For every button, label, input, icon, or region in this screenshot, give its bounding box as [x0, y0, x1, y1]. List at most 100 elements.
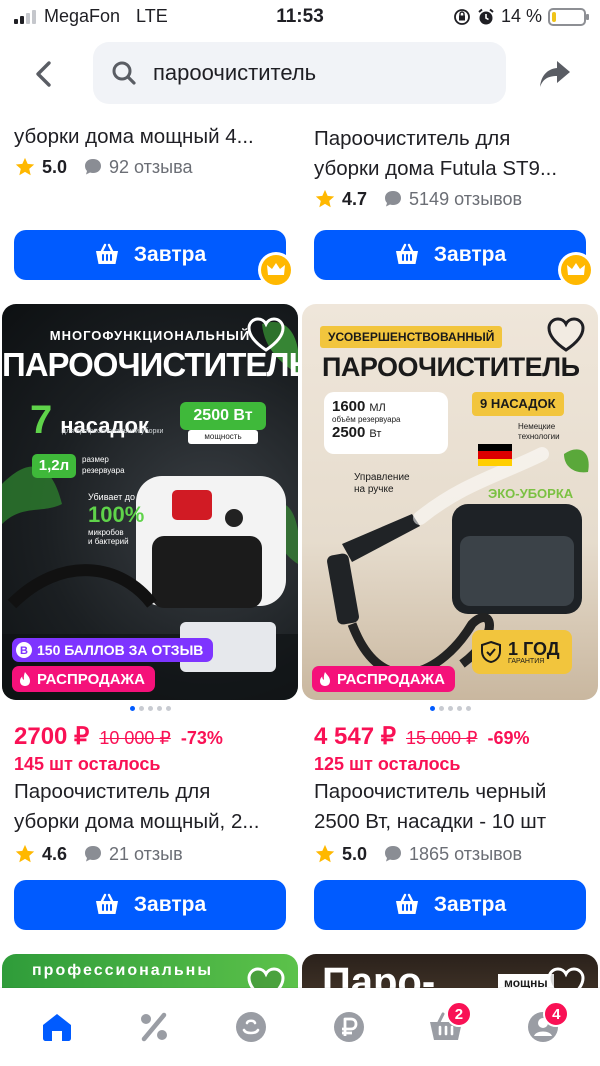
battery-icon [548, 7, 589, 26]
image-power-sub: мощность [188, 430, 258, 444]
fire-icon [320, 672, 330, 686]
product-card[interactable]: МНОГОФУНКЦИОНАЛЬНЫЙ ПАРООЧИСТИТЕЛЬ 7 нас… [2, 304, 298, 940]
search-header: пароочиститель [0, 40, 600, 108]
image-power: 2500 Вт [180, 402, 266, 430]
nav-fresh[interactable] [225, 1001, 277, 1053]
image-carousel-dots [2, 706, 298, 711]
product-image[interactable]: МНОГОФУНКЦИОНАЛЬНЫЙ ПАРООЧИСТИТЕЛЬ 7 нас… [2, 304, 298, 700]
image-handle-control: Управление на ручке [354, 472, 410, 495]
chevron-left-icon [36, 61, 51, 87]
image-caption-headline: ПАРООЧИСТИТЕЛЬ [322, 352, 580, 382]
heart-icon [547, 317, 585, 352]
favorite-button[interactable] [546, 316, 586, 354]
image-attachments-sub: для профессиональной уборки [62, 428, 164, 435]
alarm-icon [478, 8, 494, 24]
image-caption: профессиональны [32, 962, 213, 979]
price-current: 2700 ₽ [14, 723, 90, 750]
favorite-button[interactable] [546, 966, 586, 988]
product-card[interactable]: Паро- мощны [302, 954, 598, 988]
home-icon [42, 1014, 71, 1041]
nav-home[interactable] [31, 1001, 83, 1053]
battery-percent: 14 % [500, 6, 542, 26]
reviews-count: 92 отзыва [109, 156, 193, 177]
image-attachments: 7 насадок [30, 398, 149, 442]
comment-icon [385, 191, 402, 207]
shield-check-icon [481, 640, 501, 664]
rating-row: 4.6 21 отзыв [14, 841, 298, 867]
button-label: Завтра [133, 893, 207, 916]
cart-icon [95, 893, 118, 914]
rating-value: 5.0 [342, 843, 368, 864]
product-card[interactable]: профессиональны [2, 954, 298, 988]
cart-icon [95, 243, 118, 264]
product-image[interactable]: профессиональны [2, 954, 298, 988]
star-icon [315, 189, 335, 208]
status-bar: MegaFon LTE 11:53 14 % [0, 0, 600, 36]
search-input[interactable]: пароочиститель [93, 42, 506, 104]
cart-icon [395, 243, 418, 264]
cart-count-badge: 2 [445, 1001, 472, 1027]
comment-icon [85, 846, 102, 862]
reviews-count: 5149 отзывов [409, 188, 523, 209]
rating-value: 4.7 [342, 188, 368, 209]
delivery-tomorrow-button[interactable]: Завтра [314, 230, 586, 280]
nav-profile[interactable]: 4 [517, 1001, 570, 1053]
nav-discounts[interactable] [128, 1001, 180, 1053]
crown-icon [567, 263, 585, 275]
star-icon [315, 844, 335, 863]
share-button[interactable] [534, 54, 576, 94]
product-card[interactable]: уборки дома мощный 4... 5.0 92 отзыва За… [2, 108, 298, 288]
reviews-count: 1865 отзывов [409, 843, 523, 864]
image-carousel-dots [302, 706, 598, 711]
sale-badge: РАСПРОДАЖА [312, 666, 455, 692]
product-image[interactable]: Паро- мощны [302, 954, 598, 988]
product-feed[interactable]: уборки дома мощный 4... 5.0 92 отзыва За… [0, 108, 600, 988]
price-discount: -73% [180, 728, 223, 748]
delivery-tomorrow-button[interactable]: Завтра [14, 880, 286, 930]
sale-badge: РАСПРОДАЖА [12, 666, 155, 692]
price-row: 4 547 ₽ 15 000 ₽ -69% [314, 722, 598, 751]
nav-ozon-bank[interactable] [323, 1001, 375, 1053]
bonus-b-icon: B [16, 642, 32, 658]
share-arrow-icon [540, 61, 570, 87]
rating-value: 5.0 [42, 156, 68, 177]
back-button[interactable] [24, 52, 64, 96]
ruble-icon [333, 1012, 364, 1042]
heart-icon [247, 317, 285, 352]
favorite-button[interactable] [246, 966, 286, 988]
bottom-navigation: 2 4 [0, 988, 600, 1066]
svg-text:B: B [20, 645, 28, 657]
product-image[interactable]: УСОВЕРШЕНСТВОВАННЫЙ ПАРООЧИСТИТЕЛЬ 1600 … [302, 304, 598, 700]
star-icon [15, 844, 35, 863]
price-old: 10 000 ₽ [99, 728, 171, 748]
percent-icon [140, 1012, 167, 1042]
delivery-tomorrow-button[interactable]: Завтра [314, 880, 586, 930]
button-label: Завтра [133, 243, 207, 266]
bonus-points-badge: B 150 БАЛЛОВ ЗА ОТЗЫВ [12, 638, 214, 662]
image-kill-claim: Убивает до 100% микробов и бактерий [88, 492, 145, 546]
image-ribbon: УСОВЕРШЕНСТВОВАННЫЙ [320, 326, 503, 348]
price-discount: -69% [487, 728, 530, 748]
comment-icon [85, 159, 102, 175]
image-attachments: 9 НАСАДОК [472, 392, 564, 416]
product-card[interactable]: УСОВЕРШЕНСТВОВАННЫЙ ПАРООЧИСТИТЕЛЬ 1600 … [302, 304, 598, 940]
delivery-tomorrow-button[interactable]: Завтра [14, 230, 286, 280]
favorite-button[interactable] [246, 316, 286, 354]
premium-badge [558, 252, 594, 288]
search-icon [112, 61, 136, 85]
product-title: Пароочиститель для [14, 780, 211, 803]
profile-notifications-badge: 4 [543, 1001, 570, 1027]
image-german-tech: Немецкие технологии [518, 422, 560, 441]
rating-row: 5.0 92 отзыва [14, 154, 294, 180]
product-title: Пароочиститель черный [314, 780, 547, 803]
ozon-fresh-icon [236, 1012, 267, 1042]
crown-icon [267, 263, 285, 275]
product-card[interactable]: Пароочиститель для уборки дома Futula ST… [302, 108, 598, 288]
heart-icon [547, 967, 585, 988]
rating-value: 4.6 [42, 843, 68, 864]
nav-cart[interactable]: 2 [420, 1001, 472, 1053]
product-title: уборки дома Futula ST9... [314, 157, 558, 180]
reviews-count: 21 отзыв [109, 843, 183, 864]
button-label: Завтра [433, 893, 507, 916]
search-query: пароочиститель [153, 60, 317, 85]
